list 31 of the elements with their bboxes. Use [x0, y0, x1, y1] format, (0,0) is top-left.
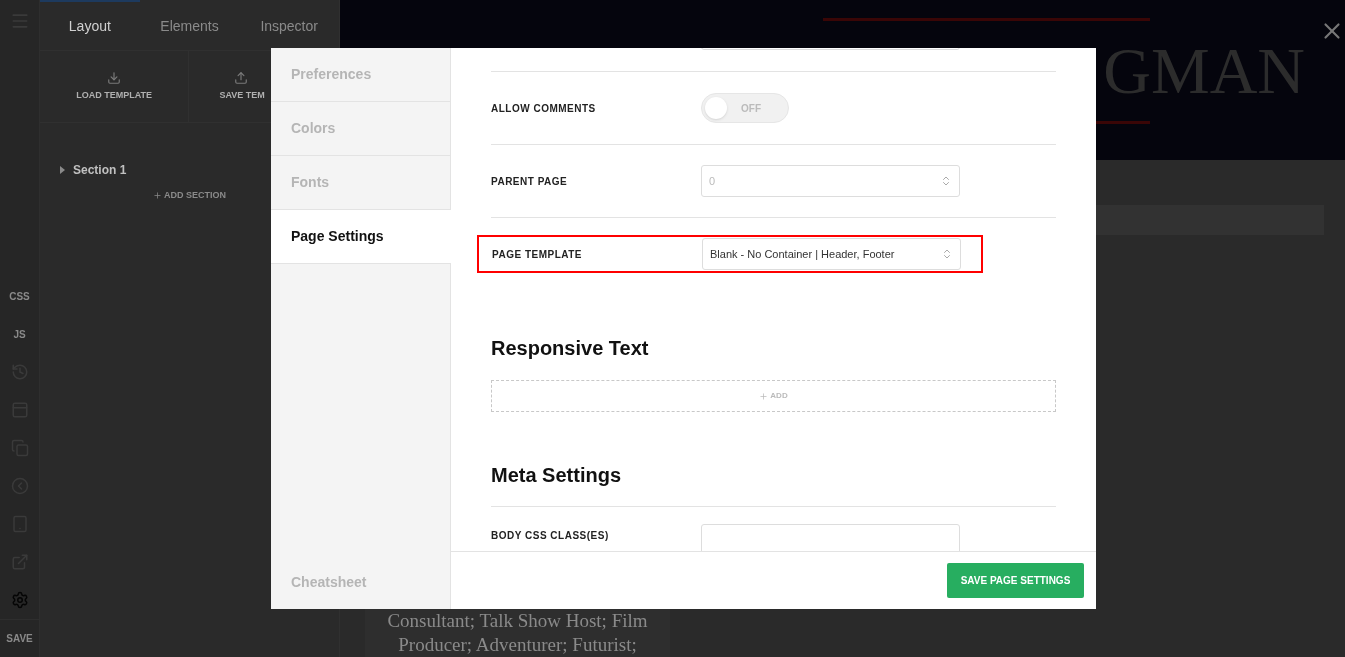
input-field[interactable]	[701, 524, 960, 551]
setting-label: BODY CSS CLASS(ES)	[491, 529, 610, 543]
settings-icon[interactable]	[10, 591, 29, 609]
setting-label: PAGE TEMPLATE	[492, 247, 584, 262]
section-heading: Meta Settings	[491, 463, 623, 488]
save-settings-button[interactable]: SAVE PAGE SETTINGS	[947, 563, 1084, 598]
plus-icon	[153, 191, 162, 201]
download-icon	[107, 70, 122, 85]
upload-icon	[234, 70, 249, 85]
add-section-button[interactable]: ADD SECTION	[153, 189, 226, 203]
select-placeholder: 0	[709, 173, 716, 189]
section-heading: Responsive Text	[491, 336, 650, 361]
template-label: SAVE TEM	[219, 88, 265, 102]
panel-tab[interactable]: Inspector	[239, 0, 339, 50]
template-button[interactable]: LOAD TEMPLATE	[40, 51, 190, 122]
bio-line: Consultant; Talk Show Host; Film	[387, 609, 648, 633]
code-button[interactable]: JS	[0, 315, 39, 353]
bio-line: Producer; Adventurer; Futurist;	[398, 633, 637, 657]
select-field[interactable]: Blank - No Container | Header, Footer	[702, 238, 961, 270]
updown-icon	[940, 175, 952, 187]
panel-tab[interactable]: Layout	[40, 0, 140, 50]
updown-icon	[941, 248, 953, 260]
select-value: Blank - No Container | Header, Footer	[710, 246, 895, 262]
modal-nav-item[interactable]: Page Settings	[271, 210, 451, 264]
template-label: LOAD TEMPLATE	[76, 88, 153, 102]
code-button[interactable]: CSS	[0, 277, 39, 315]
save-button[interactable]: SAVE	[0, 619, 39, 657]
setting-label: PARENT PAGE	[491, 174, 569, 189]
panel-tab[interactable]: Elements	[139, 0, 240, 50]
plus-icon	[759, 391, 769, 401]
setting-label: ALLOW COMMENTS	[491, 101, 597, 116]
